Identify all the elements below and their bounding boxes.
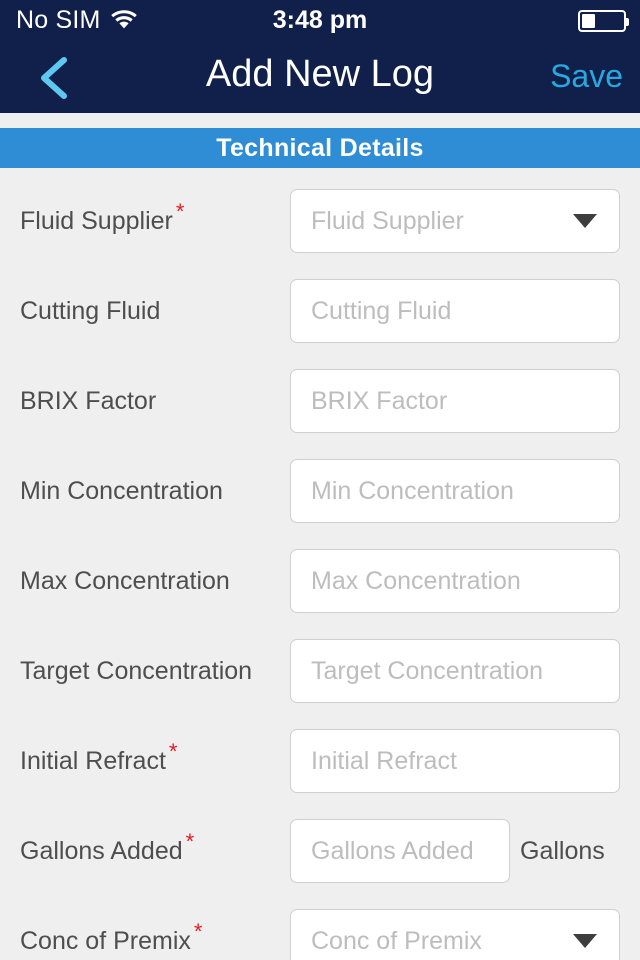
form-row-fluid-supplier: Fluid Supplier * Fluid Supplier (0, 176, 640, 266)
field-label-text: Cutting Fluid (20, 296, 161, 325)
clock-label: 3:48 pm (272, 6, 368, 34)
field-label-initial-refract: Initial Refract * (20, 739, 178, 775)
field-label-text: Fluid Supplier (20, 206, 173, 235)
field-wrapper-conc-of-premix: Conc of Premix (290, 909, 620, 960)
field-wrapper-brix-factor: BRIX Factor (290, 369, 620, 433)
chevron-left-icon (41, 57, 67, 99)
form-row-brix-factor: BRIX Factor BRIX Factor (0, 356, 640, 446)
status-bar-right (578, 10, 629, 32)
input-cutting-fluid[interactable]: Cutting Fluid (290, 279, 620, 343)
field-label-target-concentration: Target Concentration (20, 626, 252, 716)
field-placeholder-brix-factor: BRIX Factor (311, 386, 448, 415)
unit-label-gallons-added: Gallons (520, 836, 605, 865)
field-label-text: Gallons Added (20, 836, 183, 865)
status-bar: No SIM 3:48 pm (0, 0, 640, 42)
input-max-concentration[interactable]: Max Concentration (290, 549, 620, 613)
field-label-min-concentration: Min Concentration (20, 446, 223, 536)
section-header: Technical Details (0, 128, 640, 168)
field-wrapper-cutting-fluid: Cutting Fluid (290, 279, 620, 343)
input-gallons-added[interactable]: Gallons Added (290, 819, 510, 883)
form-row-initial-refract: Initial Refract * Initial Refract (0, 716, 640, 806)
select-fluid-supplier[interactable]: Fluid Supplier (290, 189, 620, 253)
field-placeholder-gallons-added: Gallons Added (311, 836, 474, 865)
form-row-max-concentration: Max Concentration Max Concentration (0, 536, 640, 626)
input-min-concentration[interactable]: Min Concentration (290, 459, 620, 523)
field-label-text: Max Concentration (20, 566, 230, 595)
field-placeholder-fluid-supplier: Fluid Supplier (311, 206, 464, 235)
field-wrapper-max-concentration: Max Concentration (290, 549, 620, 613)
field-placeholder-conc-of-premix: Conc of Premix (311, 926, 482, 955)
field-label-text: Conc of Premix (20, 926, 191, 955)
app-screen: No SIM 3:48 pm Add New Log Save Technica… (0, 0, 640, 960)
field-placeholder-max-concentration: Max Concentration (311, 566, 521, 595)
input-initial-refract[interactable]: Initial Refract (290, 729, 620, 793)
field-wrapper-fluid-supplier: Fluid Supplier (290, 189, 620, 253)
field-wrapper-min-concentration: Min Concentration (290, 459, 620, 523)
field-wrapper-target-concentration: Target Concentration (290, 639, 620, 703)
field-wrapper-initial-refract: Initial Refract (290, 729, 620, 793)
form-row-min-concentration: Min Concentration Min Concentration (0, 446, 640, 536)
save-button[interactable]: Save (550, 51, 623, 101)
field-label-text: Initial Refract (20, 746, 166, 775)
field-label-text: BRIX Factor (20, 386, 157, 415)
input-target-concentration[interactable]: Target Concentration (290, 639, 620, 703)
battery-cap (626, 18, 629, 26)
field-label-fluid-supplier: Fluid Supplier * (20, 199, 185, 235)
back-button[interactable] (26, 50, 86, 106)
field-label-text: Target Concentration (20, 656, 253, 685)
select-conc-of-premix[interactable]: Conc of Premix (290, 909, 620, 960)
field-label-gallons-added: Gallons Added * (20, 829, 195, 865)
field-label-brix-factor: BRIX Factor (20, 356, 156, 446)
nav-title-row: Add New Log Save (0, 42, 640, 113)
field-label-max-concentration: Max Concentration (20, 536, 230, 626)
page-title: Add New Log (205, 53, 435, 95)
chevron-down-icon[interactable] (573, 214, 597, 228)
form-row-cutting-fluid: Cutting Fluid Cutting Fluid (0, 266, 640, 356)
form-row-target-concentration: Target Concentration Target Concentration (0, 626, 640, 716)
form-row-conc-of-premix: Conc of Premix * Conc of Premix (0, 896, 640, 960)
input-brix-factor[interactable]: BRIX Factor (290, 369, 620, 433)
field-wrapper-gallons-added: Gallons Added (290, 819, 510, 883)
field-label-cutting-fluid: Cutting Fluid (20, 266, 160, 356)
technical-details-form: Fluid Supplier * Fluid Supplier Cutting Flu… (0, 168, 640, 960)
form-row-gallons-added: Gallons Added * Gallons Added Gallons (0, 806, 640, 896)
chevron-down-icon[interactable] (573, 934, 597, 948)
field-placeholder-cutting-fluid: Cutting Fluid (311, 296, 452, 325)
field-label-text: Min Concentration (20, 476, 223, 505)
section-header-title: Technical Details (216, 133, 424, 162)
field-placeholder-min-concentration: Min Concentration (311, 476, 514, 505)
battery-fill (582, 14, 596, 28)
section-spacer (0, 113, 640, 128)
navigation-bar: No SIM 3:48 pm Add New Log Save (0, 0, 640, 113)
field-placeholder-target-concentration: Target Concentration (311, 656, 544, 685)
field-label-conc-of-premix: Conc of Premix * (20, 919, 203, 955)
battery-icon (578, 10, 629, 32)
field-placeholder-initial-refract: Initial Refract (311, 746, 457, 775)
